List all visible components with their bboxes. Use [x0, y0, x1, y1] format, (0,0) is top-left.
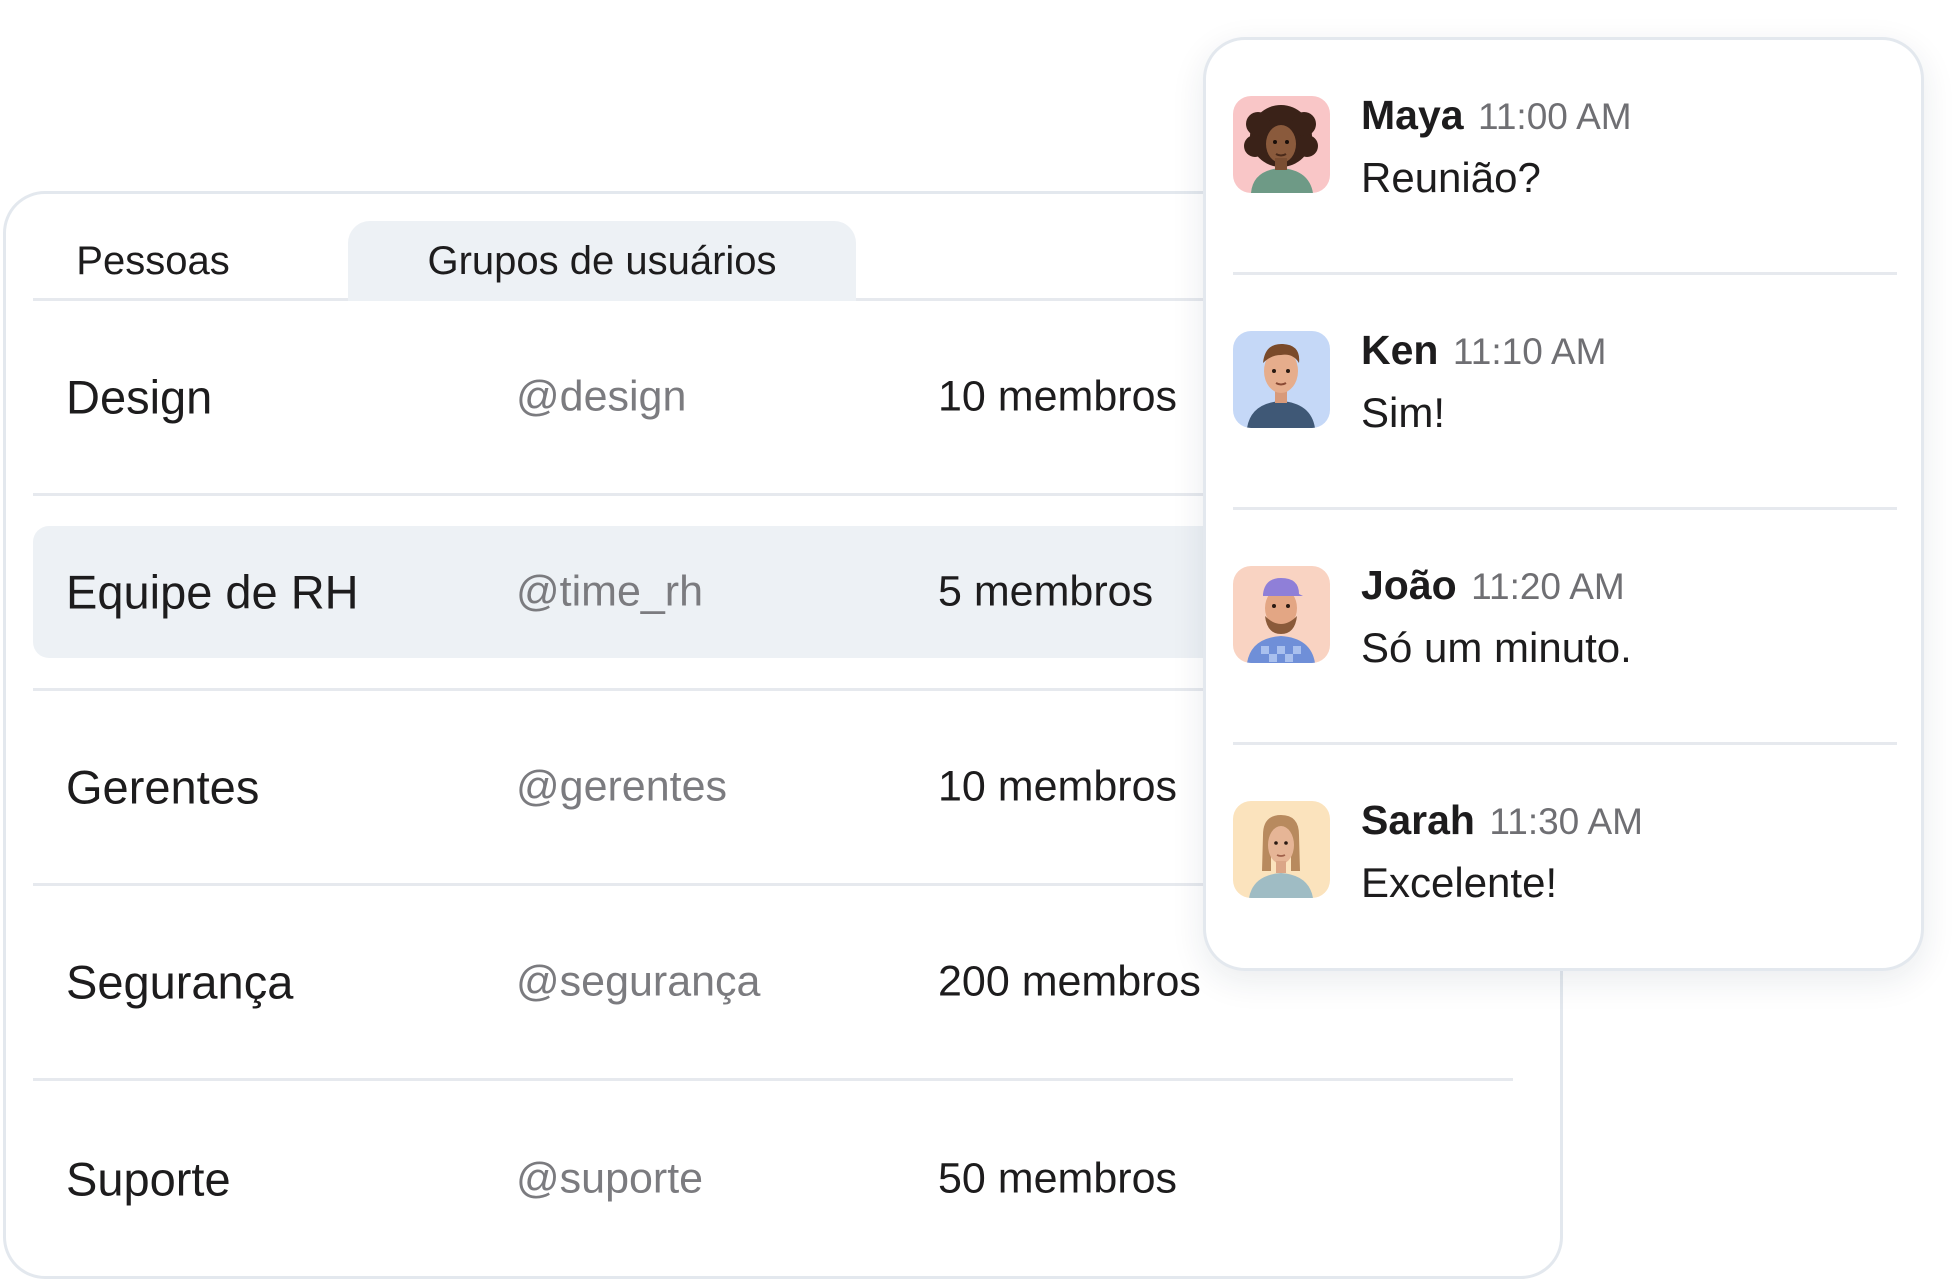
- sender-name[interactable]: Sarah: [1361, 797, 1475, 843]
- avatar-ken-icon: [1233, 331, 1330, 428]
- tab-people[interactable]: Pessoas: [68, 221, 238, 301]
- avatar-maya-icon: [1233, 96, 1330, 193]
- avatar[interactable]: [1233, 801, 1330, 898]
- message-item[interactable]: João 11:20 AM Só um minuto.: [1233, 510, 1897, 745]
- message-timestamp: 11:10 AM: [1452, 331, 1607, 372]
- group-member-count: 200 membros: [938, 957, 1201, 1006]
- message-text: Sim!: [1361, 389, 1445, 436]
- avatar[interactable]: [1233, 96, 1330, 193]
- sender-name[interactable]: Ken: [1361, 327, 1438, 373]
- message-header: Ken 11:10 AM: [1361, 327, 1607, 374]
- sender-name[interactable]: Maya: [1361, 92, 1464, 138]
- message-timestamp: 11:00 AM: [1478, 96, 1632, 137]
- message-header: Maya 11:00 AM: [1361, 92, 1632, 139]
- group-name: Design: [66, 370, 213, 424]
- avatar-sarah-icon: [1233, 801, 1330, 898]
- message-timestamp: 11:30 AM: [1489, 801, 1643, 842]
- avatar-joao-icon: [1233, 566, 1330, 663]
- message-item[interactable]: Sarah 11:30 AM Excelente!: [1233, 745, 1897, 980]
- message-text: Excelente!: [1361, 859, 1558, 906]
- message-item[interactable]: Maya 11:00 AM Reunião?: [1233, 40, 1897, 275]
- group-name: Equipe de RH: [66, 565, 359, 619]
- group-name: Suporte: [66, 1152, 231, 1205]
- group-member-count: 10 membros: [938, 372, 1177, 421]
- group-member-count: 50 membros: [938, 1154, 1177, 1202]
- group-handle: @gerentes: [516, 762, 727, 811]
- group-handle: @design: [516, 372, 687, 421]
- group-handle: @segurança: [516, 957, 761, 1006]
- group-name: Segurança: [66, 955, 294, 1009]
- group-handle: @time_rh: [516, 567, 704, 616]
- group-row-suporte[interactable]: Suporte @suporte 50 membros: [33, 1081, 1513, 1276]
- avatar[interactable]: [1233, 331, 1330, 428]
- chat-messages-panel: Maya 11:00 AM Reunião? Ken 11:10 AM Sim!: [1203, 37, 1924, 971]
- group-member-count: 10 membros: [938, 762, 1177, 811]
- group-handle: @suporte: [516, 1154, 704, 1202]
- group-member-count: 5 membros: [938, 567, 1154, 616]
- message-text: Só um minuto.: [1361, 624, 1632, 671]
- avatar[interactable]: [1233, 566, 1330, 663]
- group-name: Gerentes: [66, 760, 260, 814]
- message-item[interactable]: Ken 11:10 AM Sim!: [1233, 275, 1897, 510]
- message-header: João 11:20 AM: [1361, 562, 1625, 609]
- message-header: Sarah 11:30 AM: [1361, 797, 1643, 844]
- message-timestamp: 11:20 AM: [1471, 566, 1625, 607]
- message-text: Reunião?: [1361, 154, 1541, 201]
- sender-name[interactable]: João: [1361, 562, 1457, 608]
- tab-user-groups[interactable]: Grupos de usuários: [348, 221, 856, 301]
